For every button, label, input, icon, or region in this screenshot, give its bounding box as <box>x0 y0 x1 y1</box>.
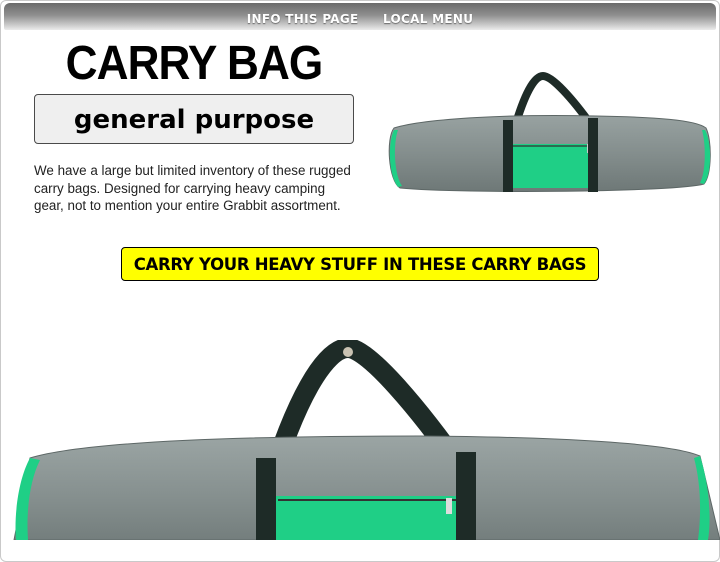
nav-link-info-this-page[interactable]: INFO THIS PAGE <box>247 12 359 26</box>
top-navigation-bar: INFO THIS PAGE LOCAL MENU <box>4 3 716 30</box>
subtitle-text: general purpose <box>73 105 315 135</box>
nav-link-local-menu[interactable]: LOCAL MENU <box>383 12 473 26</box>
page-title: CARRY BAG <box>65 37 324 90</box>
cta-label: CARRY YOUR HEAVY STUFF IN THESE CARRY BA… <box>133 255 587 274</box>
carry-bag-photo-closeup <box>13 340 720 540</box>
cta-banner[interactable]: CARRY YOUR HEAVY STUFF IN THESE CARRY BA… <box>121 247 599 281</box>
product-description: We have a large but limited inventory of… <box>34 163 351 213</box>
top-nav-links: INFO THIS PAGE LOCAL MENU <box>4 10 716 28</box>
carry-bag-photo <box>388 71 711 192</box>
subtitle-box: general purpose <box>34 94 354 144</box>
